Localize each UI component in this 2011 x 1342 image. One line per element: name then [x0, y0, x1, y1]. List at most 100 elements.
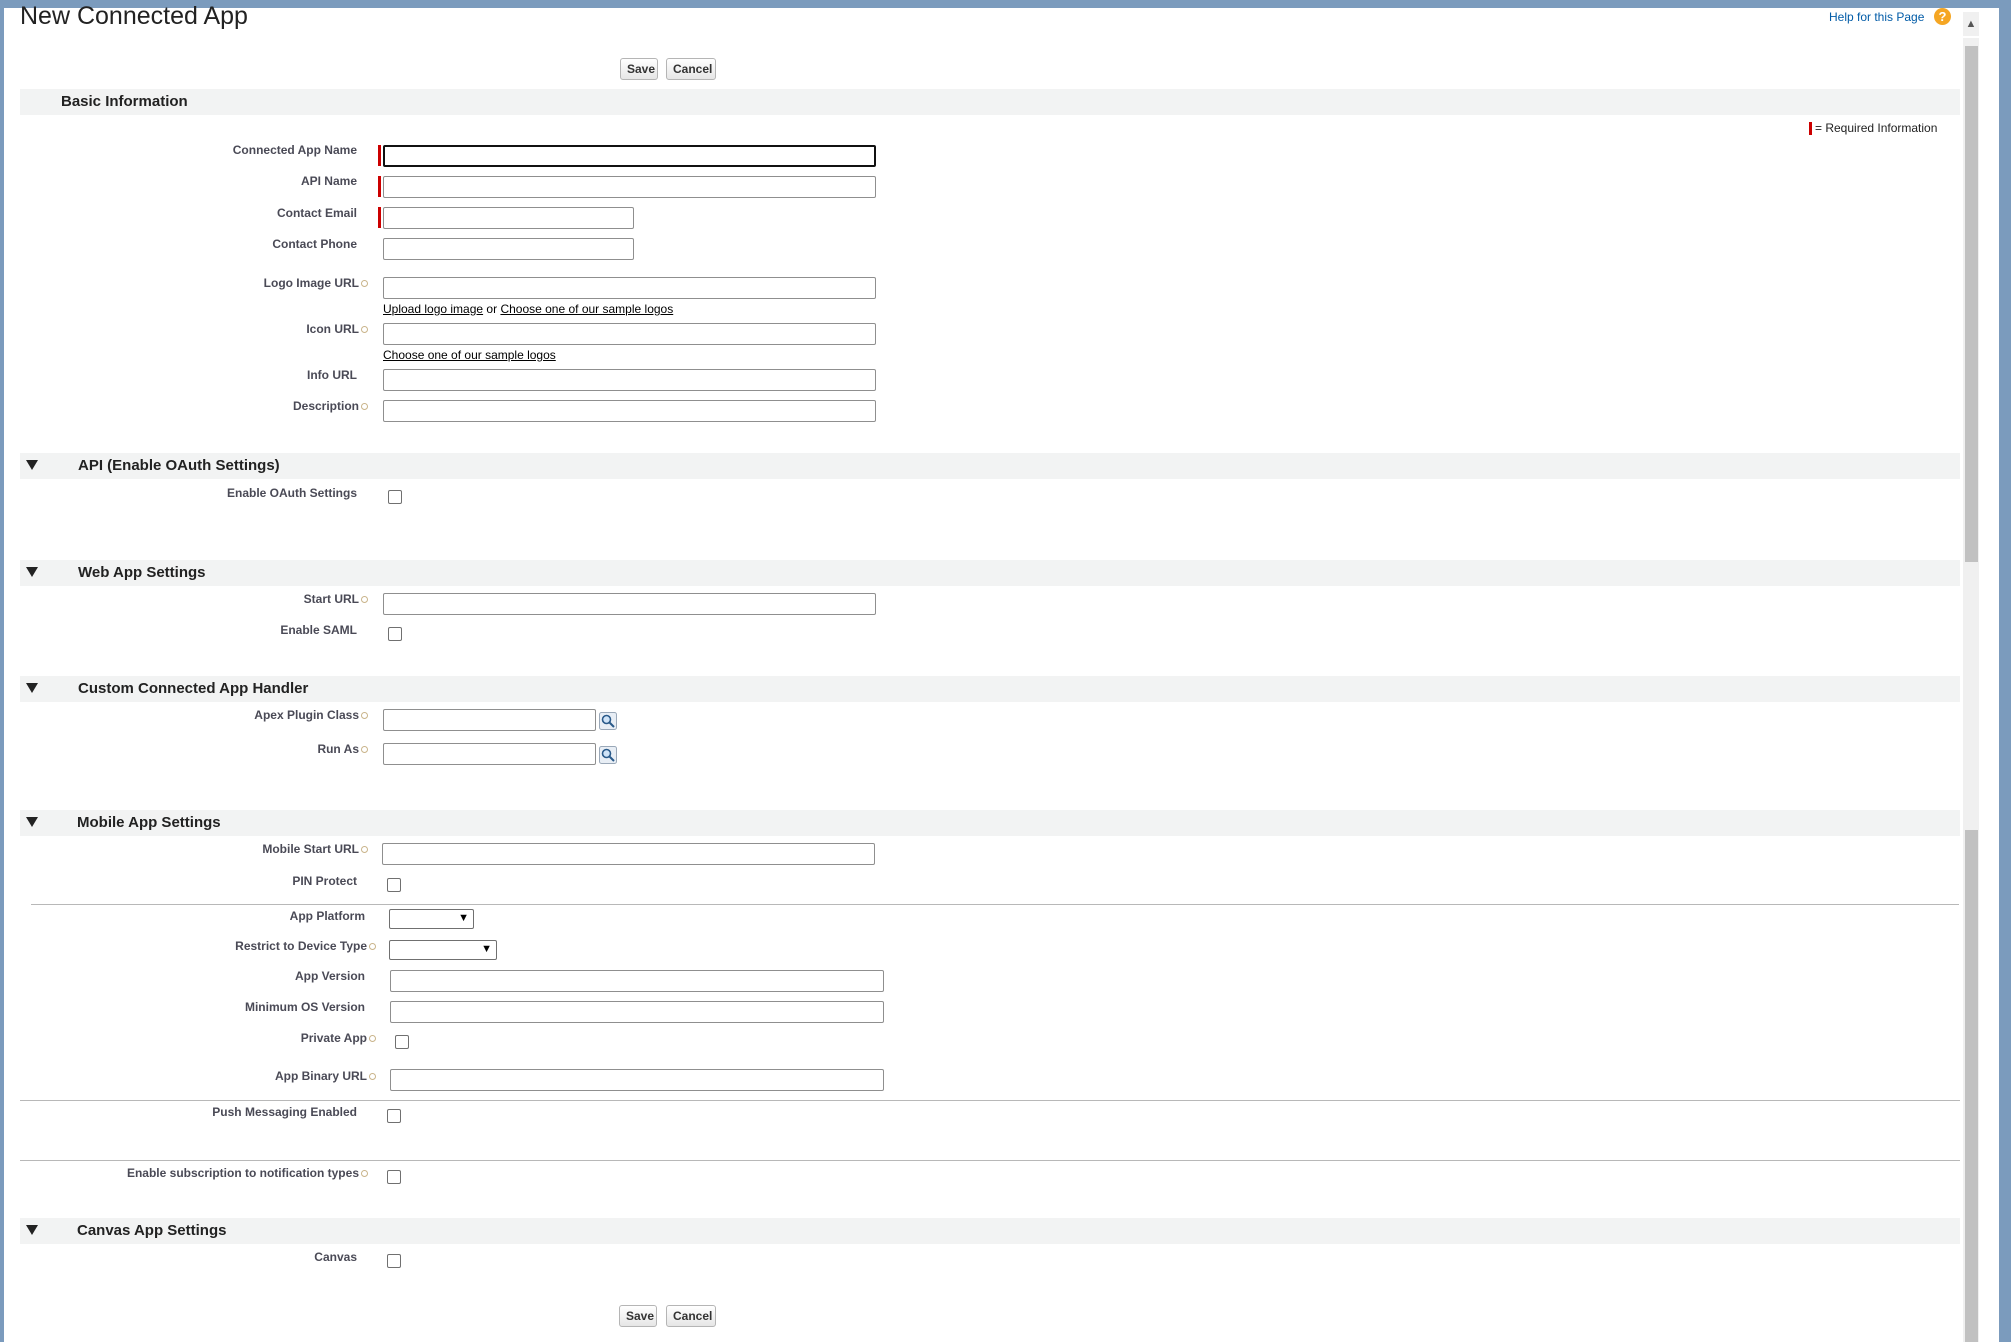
- label-start-url: Start URL: [304, 592, 368, 606]
- canvas-checkbox[interactable]: [387, 1254, 401, 1268]
- app-version-input[interactable]: [390, 970, 884, 992]
- app-platform-select[interactable]: ▼: [389, 909, 474, 929]
- label-app-platform: App Platform: [289, 909, 365, 923]
- run-as-input[interactable]: [383, 743, 596, 765]
- divider: [20, 1160, 1960, 1161]
- section-title: Basic Information: [61, 93, 188, 110]
- label-restrict-device-type: Restrict to Device Type: [235, 939, 376, 953]
- collapse-triangle-icon[interactable]: [26, 683, 38, 693]
- label-run-as: Run As: [317, 742, 368, 756]
- enable-saml-checkbox[interactable]: [388, 627, 402, 641]
- sample-logos-icon-link[interactable]: Choose one of our sample logos: [383, 348, 556, 362]
- save-button-top[interactable]: Save: [620, 58, 658, 80]
- api-name-input[interactable]: [383, 176, 876, 198]
- save-button-bottom[interactable]: Save: [619, 1305, 657, 1327]
- label-minimum-os-version: Minimum OS Version: [244, 1000, 365, 1014]
- label-canvas: Canvas: [314, 1250, 357, 1264]
- description-input[interactable]: [383, 400, 876, 422]
- icon-url-input[interactable]: [383, 323, 876, 345]
- label-text: Icon URL: [306, 322, 359, 336]
- required-marker-icon: [378, 176, 381, 197]
- help-info-icon[interactable]: [361, 326, 368, 334]
- connected-app-name-input[interactable]: [383, 145, 876, 167]
- help-info-icon[interactable]: [361, 712, 368, 720]
- scrollbar-thumb[interactable]: [1965, 46, 1978, 562]
- section-mobile-app-settings[interactable]: Mobile App Settings: [20, 810, 1960, 836]
- help-info-icon[interactable]: [369, 1073, 376, 1081]
- info-url-input[interactable]: [383, 369, 876, 391]
- help-info-icon[interactable]: [361, 746, 368, 754]
- label-text: Apex Plugin Class: [254, 708, 359, 722]
- sample-logos-link[interactable]: Choose one of our sample logos: [500, 302, 673, 316]
- cancel-button-bottom[interactable]: Cancel: [666, 1305, 716, 1327]
- label-info-url: Info URL: [307, 368, 357, 382]
- enable-oauth-checkbox[interactable]: [388, 490, 402, 504]
- chevron-down-icon: ▼: [481, 943, 492, 955]
- upload-logo-link[interactable]: Upload logo image: [383, 302, 483, 316]
- label-enable-subscription: Enable subscription to notification type…: [127, 1166, 368, 1180]
- help-link[interactable]: Help for this Page: [1829, 10, 1924, 24]
- section-web-app-settings[interactable]: Web App Settings: [20, 560, 1960, 586]
- help-info-icon[interactable]: [361, 1170, 368, 1178]
- collapse-triangle-icon[interactable]: [26, 817, 38, 827]
- app-binary-url-input[interactable]: [390, 1069, 884, 1091]
- divider: [20, 1100, 1960, 1101]
- label-push-messaging: Push Messaging Enabled: [212, 1105, 357, 1119]
- frame-left-border: [0, 0, 4, 1342]
- label-description: Description: [293, 399, 368, 413]
- contact-phone-input[interactable]: [383, 238, 634, 260]
- cancel-button-top[interactable]: Cancel: [666, 58, 716, 80]
- label-connected-app-name: Connected App Name: [232, 143, 357, 157]
- minimum-os-version-input[interactable]: [390, 1001, 884, 1023]
- push-messaging-checkbox[interactable]: [387, 1109, 401, 1123]
- frame-top-border: [0, 0, 2011, 8]
- required-marker-icon: [378, 145, 381, 166]
- collapse-triangle-icon[interactable]: [26, 1225, 38, 1235]
- required-marker-icon: [378, 207, 381, 228]
- label-icon-url: Icon URL: [306, 322, 368, 336]
- icon-links: Choose one of our sample logos: [383, 348, 556, 362]
- label-enable-oauth: Enable OAuth Settings: [226, 486, 357, 500]
- private-app-checkbox[interactable]: [395, 1035, 409, 1049]
- start-url-input[interactable]: [383, 593, 876, 615]
- logo-links: Upload logo image or Choose one of our s…: [383, 302, 673, 316]
- label-text: Description: [292, 399, 359, 413]
- pin-protect-checkbox[interactable]: [387, 878, 401, 892]
- apex-plugin-class-input[interactable]: [383, 709, 596, 731]
- help-info-icon[interactable]: [361, 403, 368, 411]
- logo-image-url-input[interactable]: [383, 277, 876, 299]
- section-custom-handler[interactable]: Custom Connected App Handler: [20, 676, 1960, 702]
- collapse-triangle-icon[interactable]: [26, 567, 38, 577]
- help-info-icon[interactable]: [369, 1035, 376, 1043]
- label-private-app: Private App: [301, 1031, 376, 1045]
- section-api-oauth[interactable]: API (Enable OAuth Settings): [20, 453, 1960, 479]
- label-app-binary-url: App Binary URL: [275, 1069, 376, 1083]
- section-canvas-app-settings[interactable]: Canvas App Settings: [20, 1218, 1960, 1244]
- contact-email-input[interactable]: [383, 207, 634, 229]
- required-marker-icon: [1809, 122, 1812, 136]
- label-text: Logo Image URL: [263, 276, 359, 290]
- help-info-icon[interactable]: [361, 280, 368, 288]
- label-mobile-start-url: Mobile Start URL: [262, 842, 368, 856]
- scrollbar-thumb-lower[interactable]: [1965, 830, 1978, 1342]
- collapse-triangle-icon[interactable]: [26, 460, 38, 470]
- or-text: or: [486, 302, 498, 316]
- enable-subscription-checkbox[interactable]: [387, 1170, 401, 1184]
- label-api-name: API Name: [300, 174, 357, 188]
- label-text: Restrict to Device Type: [235, 939, 367, 953]
- divider: [31, 904, 1959, 905]
- scroll-up-arrow-icon[interactable]: ▲: [1963, 12, 1979, 36]
- help-info-icon[interactable]: [369, 943, 376, 951]
- help-info-icon[interactable]: [361, 596, 368, 604]
- restrict-device-type-select[interactable]: ▼: [389, 940, 497, 960]
- label-contact-phone: Contact Phone: [272, 237, 357, 251]
- lookup-magnifier-icon[interactable]: [599, 712, 617, 730]
- section-title: Custom Connected App Handler: [78, 680, 309, 697]
- lookup-magnifier-icon[interactable]: [599, 746, 617, 764]
- required-legend: = Required Information: [1809, 121, 1937, 136]
- mobile-start-url-input[interactable]: [382, 843, 875, 865]
- label-enable-saml: Enable SAML: [280, 623, 357, 637]
- help-icon[interactable]: ?: [1934, 8, 1951, 25]
- label-text: Private App: [300, 1031, 367, 1045]
- help-info-icon[interactable]: [361, 846, 368, 854]
